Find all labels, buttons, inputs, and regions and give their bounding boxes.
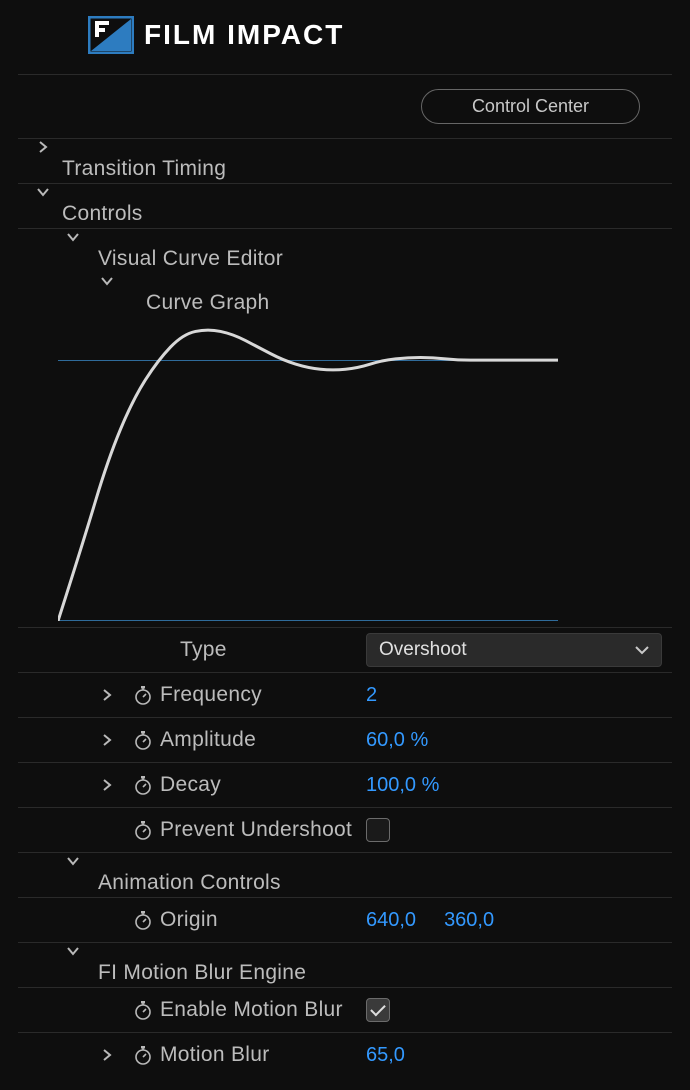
chevron-right-icon[interactable]: [88, 734, 126, 746]
section-controls[interactable]: Controls: [62, 202, 360, 226]
chevron-right-icon[interactable]: [88, 779, 126, 791]
section-curve-graph[interactable]: Curve Graph: [126, 291, 666, 315]
chevron-down-icon[interactable]: [88, 275, 126, 287]
chevron-down-icon: [635, 639, 649, 661]
section-transition-timing[interactable]: Transition Timing: [62, 157, 360, 181]
chevron-right-icon[interactable]: [88, 1049, 126, 1061]
chevron-down-icon[interactable]: [54, 855, 92, 867]
param-origin-y[interactable]: 360,0: [444, 909, 494, 932]
curve-graph-container: [18, 317, 672, 621]
curve-graph[interactable]: [58, 321, 558, 621]
brand-row: FILM IMPACT: [18, 8, 672, 75]
param-prevent-undershoot-label: Prevent Undershoot: [160, 818, 360, 842]
stopwatch-icon[interactable]: [126, 684, 160, 706]
param-origin-x[interactable]: 640,0: [366, 909, 416, 932]
chevron-right-icon[interactable]: [88, 689, 126, 701]
section-visual-curve-editor[interactable]: Visual Curve Editor: [92, 247, 666, 271]
stopwatch-icon[interactable]: [126, 999, 160, 1021]
param-motion-blur-value[interactable]: 65,0: [366, 1044, 405, 1067]
film-impact-logo-icon: [88, 16, 134, 54]
brand-name: FILM IMPACT: [144, 19, 344, 51]
enable-motion-blur-checkbox[interactable]: [366, 998, 390, 1022]
brand-logo: FILM IMPACT: [88, 16, 344, 54]
stopwatch-icon[interactable]: [126, 774, 160, 796]
param-decay-value[interactable]: 100,0 %: [366, 774, 439, 797]
chevron-right-icon[interactable]: [24, 141, 62, 153]
type-dropdown[interactable]: Overshoot: [366, 633, 662, 667]
param-amplitude-label: Amplitude: [160, 728, 360, 752]
type-dropdown-value: Overshoot: [379, 639, 467, 661]
param-type-label: Type: [160, 638, 360, 662]
param-amplitude-value[interactable]: 60,0 %: [366, 729, 428, 752]
curve-graph-path-svg: [58, 321, 558, 621]
param-frequency-label: Frequency: [160, 683, 360, 707]
control-center-row: Control Center: [18, 75, 672, 139]
param-enable-motion-blur-label: Enable Motion Blur: [160, 998, 360, 1022]
param-origin-label: Origin: [160, 908, 360, 932]
control-center-button[interactable]: Control Center: [421, 89, 640, 124]
param-decay-label: Decay: [160, 773, 360, 797]
chevron-down-icon[interactable]: [24, 186, 62, 198]
stopwatch-icon[interactable]: [126, 909, 160, 931]
param-motion-blur-label: Motion Blur: [160, 1043, 360, 1067]
section-animation-controls[interactable]: Animation Controls: [92, 871, 666, 895]
chevron-down-icon[interactable]: [54, 231, 92, 243]
stopwatch-icon[interactable]: [126, 729, 160, 751]
stopwatch-icon[interactable]: [126, 1044, 160, 1066]
stopwatch-icon[interactable]: [126, 819, 160, 841]
chevron-down-icon[interactable]: [54, 945, 92, 957]
effects-panel: FILM IMPACT Control Center Transition Ti…: [0, 0, 690, 1090]
section-motion-blur-engine[interactable]: FI Motion Blur Engine: [92, 961, 666, 985]
param-frequency-value[interactable]: 2: [366, 684, 377, 707]
prevent-undershoot-checkbox[interactable]: [366, 818, 390, 842]
